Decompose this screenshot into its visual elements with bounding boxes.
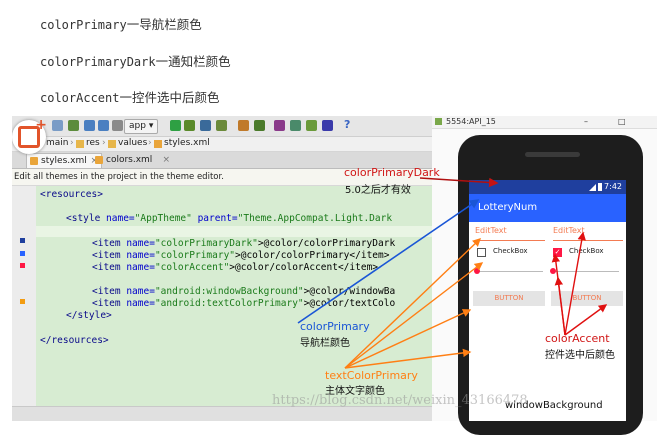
annotation-primary: colorPrimary xyxy=(300,320,370,333)
annotation-primary-dark-desc: 5.0之后才有效 xyxy=(345,185,411,196)
arrow-text-primary-1 xyxy=(344,238,482,369)
annotation-primary-dark: colorPrimaryDark xyxy=(344,166,440,179)
arrow-accent-3 xyxy=(554,276,566,336)
watermark: https://blog.csdn.net/weixin_43166478 xyxy=(272,393,528,408)
annotation-primary-desc: 导航栏颜色 xyxy=(300,338,350,349)
arrow-primary xyxy=(297,199,480,324)
app-logo-icon xyxy=(12,117,47,154)
arrow-accent-4 xyxy=(564,304,608,336)
arrow-accent-1 xyxy=(564,231,586,336)
annotation-accent-desc: 控件选中后颜色 xyxy=(545,350,615,361)
annotation-accent: colorAccent xyxy=(545,332,610,345)
arrow-text-primary-2 xyxy=(344,262,484,369)
annotation-text-primary: textColorPrimary xyxy=(325,369,418,382)
